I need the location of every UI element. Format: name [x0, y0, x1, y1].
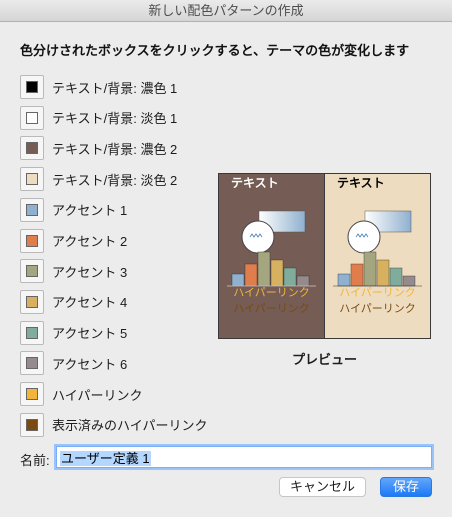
color-row-label: ハイパーリンク [52, 387, 143, 403]
color-row[interactable]: アクセント 3 [20, 258, 127, 284]
color-row[interactable]: テキスト/背景: 濃色 2 [20, 135, 177, 161]
color-row-label: 表示済みのハイパーリンク [52, 418, 208, 434]
preview-dark-panel: テキスト ハイパーリンク ハイパーリンク [219, 174, 324, 338]
color-swatch [26, 265, 38, 278]
color-swatch [26, 81, 38, 93]
color-row-label: テキスト/背景: 淡色 2 [52, 172, 178, 188]
color-swatch-button[interactable] [20, 351, 44, 376]
cancel-button[interactable]: キャンセル [279, 477, 366, 497]
color-row-label: テキスト/背景: 濃色 1 [52, 80, 178, 96]
color-row[interactable]: 表示済みのハイパーリンク [20, 412, 207, 438]
color-row[interactable]: アクセント 1 [20, 197, 127, 223]
color-row-label: アクセント 3 [52, 264, 128, 280]
color-swatch-button[interactable] [20, 167, 44, 192]
color-swatch-button[interactable] [20, 412, 44, 437]
preview-dark-text: テキスト [231, 176, 279, 190]
color-swatch [26, 295, 38, 308]
name-label: 名前: [20, 453, 50, 468]
preview-dark-visited-hyperlink: ハイパーリンク [233, 303, 310, 315]
color-swatch [26, 418, 38, 431]
preview-bar [244, 263, 258, 287]
preview-bar [363, 251, 377, 287]
preview-bar [350, 263, 364, 287]
preview-light-visited-hyperlink: ハイパーリンク [339, 303, 416, 315]
preview-bar [376, 259, 390, 287]
theme-preview: テキスト ハイパーリンク ハイパーリンク テキスト ハイパーリンク ハイパーリン… [218, 173, 431, 339]
color-row-label: アクセント 1 [52, 203, 128, 219]
color-row[interactable]: テキスト/背景: 淡色 2 [20, 166, 177, 192]
color-swatch-button[interactable] [20, 382, 44, 406]
color-row[interactable]: アクセント 5 [20, 320, 127, 346]
color-swatch [26, 326, 38, 339]
preview-light-hyperlink: ハイパーリンク [339, 287, 416, 299]
color-row[interactable]: テキスト/背景: 淡色 1 [20, 105, 177, 131]
color-swatch [26, 173, 38, 186]
color-swatch-button[interactable] [20, 289, 44, 314]
color-swatch [26, 111, 38, 124]
color-row[interactable]: ハイパーリンク [20, 381, 142, 407]
name-input-value: ユーザー定義 1 [60, 451, 151, 466]
color-swatch-button[interactable] [20, 136, 44, 161]
preview-light-text: テキスト [337, 176, 385, 190]
color-row-label: テキスト/背景: 濃色 2 [52, 141, 178, 157]
color-row-label: アクセント 2 [52, 234, 128, 249]
color-swatch [26, 234, 38, 247]
color-row-label: アクセント 5 [52, 326, 128, 342]
color-swatch-button[interactable] [20, 75, 44, 99]
preview-bar [257, 251, 271, 287]
instruction-text: 色分けされたボックスをクリックすると、テーマの色が変化します [20, 43, 410, 58]
color-row[interactable]: テキスト/背景: 濃色 1 [20, 74, 177, 100]
color-swatch-button[interactable] [20, 228, 44, 253]
color-row[interactable]: アクセント 2 [20, 228, 127, 254]
preview-light-panel: テキスト ハイパーリンク ハイパーリンク [324, 174, 430, 338]
color-row[interactable]: アクセント 4 [20, 289, 127, 315]
color-row-label: アクセント 4 [52, 295, 128, 311]
color-swatch-button[interactable] [20, 197, 44, 222]
color-swatch [26, 357, 38, 370]
color-swatch [26, 388, 38, 400]
color-swatch-button[interactable] [20, 320, 44, 345]
preview-caption: プレビュー [291, 352, 357, 367]
color-row[interactable]: アクセント 6 [20, 350, 127, 376]
preview-dark-hyperlink: ハイパーリンク [233, 287, 310, 299]
color-row-label: アクセント 6 [52, 356, 128, 372]
color-row-label: テキスト/背景: 淡色 1 [52, 111, 178, 127]
save-button[interactable]: 保存 [380, 477, 432, 497]
color-swatch [26, 203, 38, 216]
window-title: 新しい配色パターンの作成 [0, 0, 452, 22]
color-swatch-button[interactable] [20, 105, 44, 130]
color-swatch [26, 142, 38, 155]
name-input[interactable]: ユーザー定義 1 [56, 446, 432, 468]
preview-bar [270, 259, 284, 287]
color-swatch-button[interactable] [20, 259, 44, 284]
